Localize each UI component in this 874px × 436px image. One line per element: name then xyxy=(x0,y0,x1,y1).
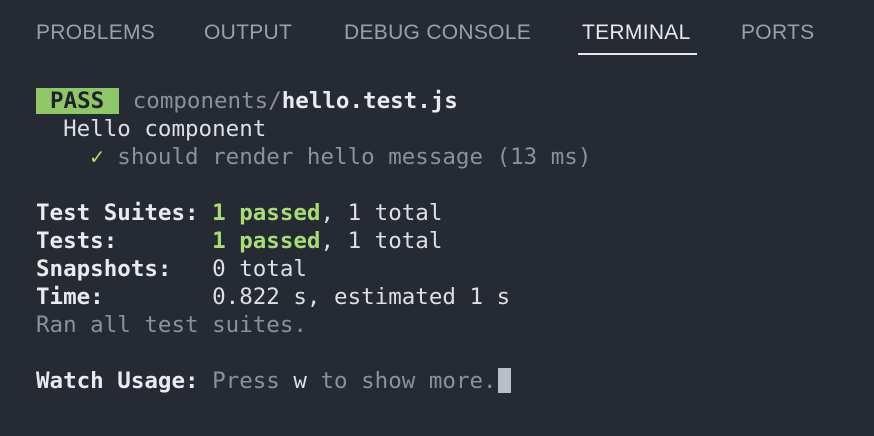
tests-passed: 1 passed xyxy=(212,228,321,254)
pass-badge: PASS xyxy=(36,88,120,114)
panel-tab-bar: PROBLEMS OUTPUT DEBUG CONSOLE TERMINAL P… xyxy=(0,0,874,66)
tab-problems[interactable]: PROBLEMS xyxy=(36,21,155,45)
summary-tests-line: Tests: 1 passed, 1 total xyxy=(36,227,442,255)
suites-passed: 1 passed xyxy=(212,200,321,226)
snapshots-value: 0 total xyxy=(212,256,307,282)
describe-name: Hello component xyxy=(63,116,267,142)
tab-debug-console[interactable]: DEBUG CONSOLE xyxy=(344,21,531,45)
test-case-name: should render hello message (13 ms) xyxy=(117,144,592,170)
terminal-output[interactable]: PASS components/hello.test.js Hello comp… xyxy=(0,66,874,436)
watch-rest-text: to show more. xyxy=(306,368,497,394)
test-file-result-line: PASS components/hello.test.js xyxy=(36,87,458,115)
tests-total: , 1 total xyxy=(320,228,443,254)
tab-terminal[interactable]: TERMINAL xyxy=(582,21,691,45)
check-icon: ✓ xyxy=(90,144,104,170)
watch-key: w xyxy=(293,368,307,394)
watch-usage-line: Watch Usage: Press w to show more. xyxy=(36,367,511,395)
snapshots-label: Snapshots: xyxy=(36,256,172,282)
summary-snapshots-line: Snapshots: 0 total xyxy=(36,255,307,283)
tab-output[interactable]: OUTPUT xyxy=(204,21,292,45)
summary-time-line: Time: 0.822 s, estimated 1 s xyxy=(36,283,510,311)
test-path-dir: components/ xyxy=(132,88,282,114)
time-label: Time: xyxy=(36,284,104,310)
active-tab-indicator xyxy=(578,53,697,55)
tests-label: Tests: xyxy=(36,228,118,254)
suites-label: Test Suites: xyxy=(36,200,199,226)
describe-line: Hello component xyxy=(36,115,266,143)
time-value: 0.822 s, estimated 1 s xyxy=(212,284,511,310)
terminal-cursor xyxy=(497,368,511,393)
watch-usage-label: Watch Usage: xyxy=(36,368,199,394)
suites-total: , 1 total xyxy=(320,200,443,226)
tab-ports[interactable]: PORTS xyxy=(741,21,814,45)
test-case-line: ✓ should render hello message (13 ms) xyxy=(36,143,591,171)
summary-suites-line: Test Suites: 1 passed, 1 total xyxy=(36,199,442,227)
test-path-file: hello.test.js xyxy=(281,88,458,114)
ran-all-line: Ran all test suites. xyxy=(36,312,307,338)
watch-press-text: Press xyxy=(198,368,294,394)
